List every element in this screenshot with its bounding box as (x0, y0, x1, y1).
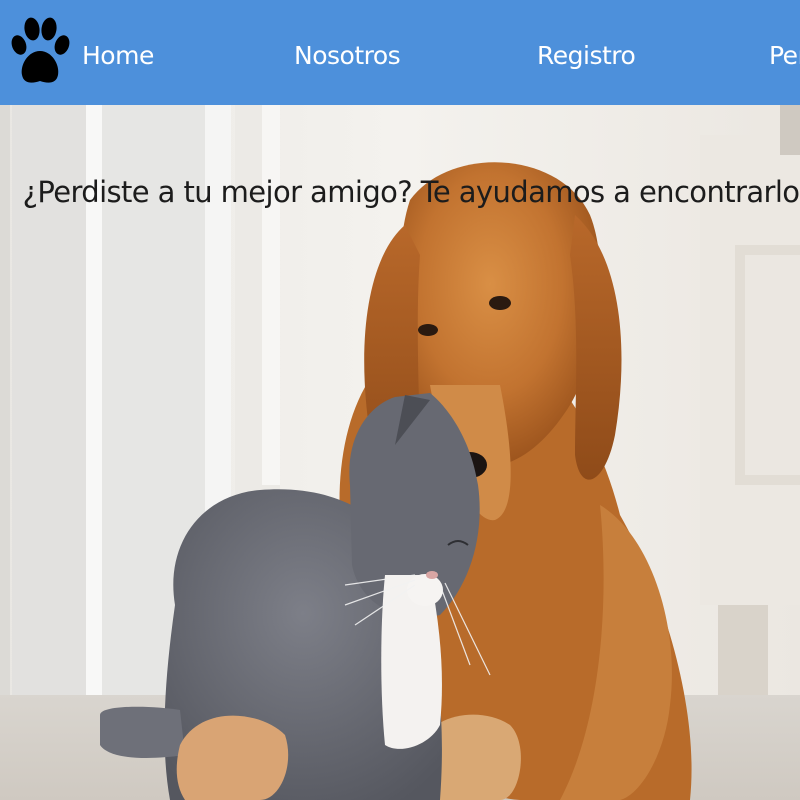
nav-link-nosotros[interactable]: Nosotros (294, 36, 401, 76)
nav-link-registro[interactable]: Registro (537, 36, 636, 76)
nav-link-per[interactable]: Per (769, 36, 800, 76)
hero-title: ¿Perdiste a tu mejor amigo? Te ayudamos … (22, 175, 800, 209)
nav-link-home[interactable]: Home (82, 36, 154, 76)
paw-icon[interactable] (10, 15, 70, 89)
hero-section: ¿Perdiste a tu mejor amigo? Te ayudamos … (0, 105, 800, 800)
navbar: Home Nosotros Registro Per (0, 0, 800, 105)
